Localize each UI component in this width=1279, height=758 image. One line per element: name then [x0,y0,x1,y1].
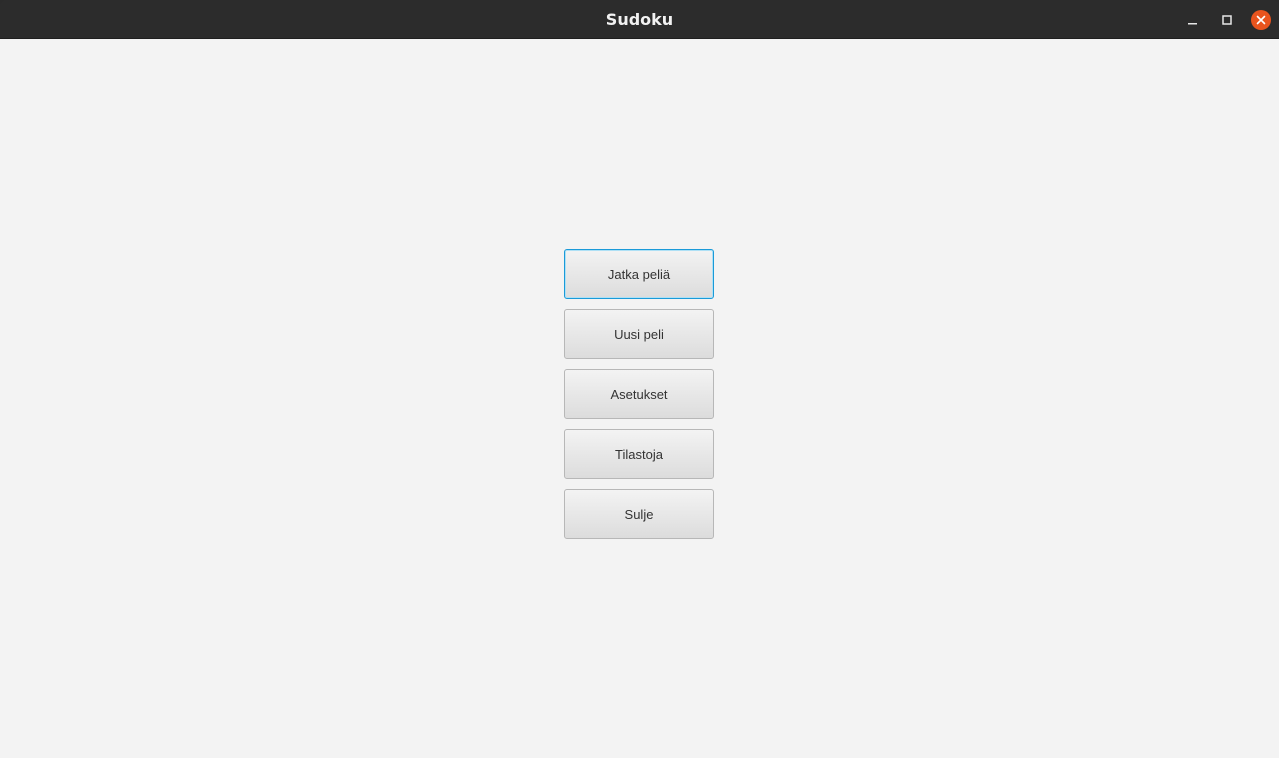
minimize-icon [1188,23,1197,25]
maximize-button[interactable] [1217,10,1237,30]
application-window: Sudoku Jatka peliä Uusi peli Asetukset T… [0,0,1279,758]
new-game-button[interactable]: Uusi peli [564,309,714,359]
settings-button[interactable]: Asetukset [564,369,714,419]
continue-game-button[interactable]: Jatka peliä [564,249,714,299]
statistics-button[interactable]: Tilastoja [564,429,714,479]
close-button[interactable] [1251,10,1271,30]
minimize-button[interactable] [1183,10,1203,30]
maximize-icon [1222,15,1232,25]
title-bar[interactable]: Sudoku [0,0,1279,39]
quit-button[interactable]: Sulje [564,489,714,539]
window-title: Sudoku [605,10,674,29]
close-icon [1256,15,1266,25]
main-menu-area: Jatka peliä Uusi peli Asetukset Tilastoj… [0,39,1279,758]
